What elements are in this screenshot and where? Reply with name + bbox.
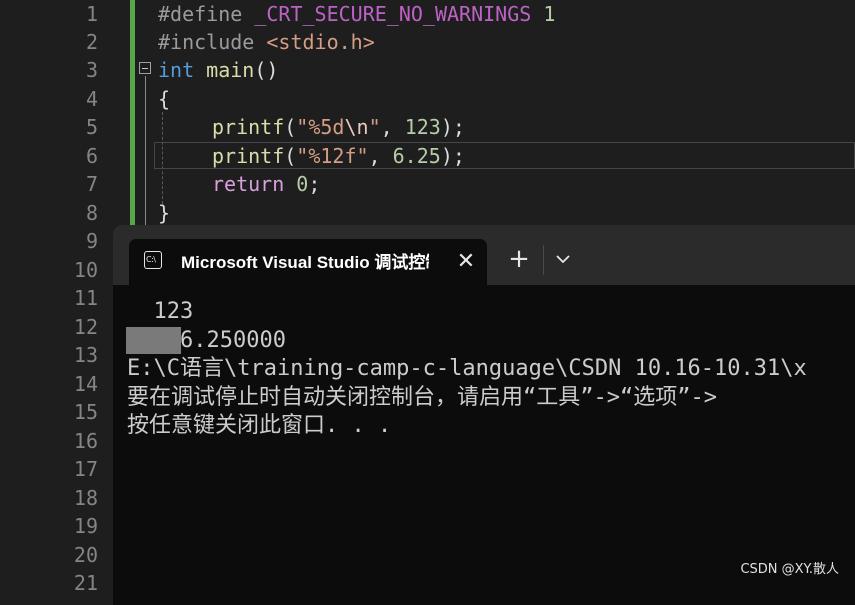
- line-number: 15: [73, 400, 98, 424]
- line-number: 8: [85, 201, 98, 225]
- line-number-gutter: 1 2 3 4 5 6 7 8 9 10 11 12 13 14 15 16 1…: [0, 0, 108, 595]
- line-number: 12: [73, 315, 98, 339]
- punctuation: ,: [380, 115, 405, 139]
- line-number: 20: [73, 543, 98, 567]
- string-literal: "%12f": [296, 144, 369, 168]
- function-name: printf: [212, 115, 285, 139]
- collapse-icon[interactable]: [139, 62, 151, 74]
- code-line-4[interactable]: {: [158, 85, 170, 113]
- include-header: <stdio.h>: [266, 30, 375, 54]
- preprocessor-directive: #define: [158, 2, 243, 26]
- debug-console-window[interactable]: C:\ Microsoft Visual Studio 调试控制台 ✕ + 12…: [113, 225, 855, 605]
- line-number: 13: [73, 343, 98, 367]
- line-number: 4: [85, 87, 98, 111]
- titlebar-divider: [543, 245, 544, 275]
- number-literal: 0: [296, 172, 309, 196]
- punctuation: (: [284, 144, 297, 168]
- escape-sequence: \n: [344, 115, 369, 139]
- line-number: 9: [85, 229, 98, 253]
- number-literal: 123: [404, 115, 441, 139]
- console-output-line: 123: [127, 299, 194, 324]
- line-number: 2: [85, 30, 98, 54]
- change-indicator-bar: [130, 0, 135, 232]
- line-number: 19: [73, 514, 98, 538]
- macro-name: _CRT_SECURE_NO_WARNINGS: [254, 2, 532, 26]
- fold-region-line: [145, 76, 146, 226]
- punctuation: ;: [308, 172, 321, 196]
- line-number: 3: [85, 58, 98, 82]
- line-number: 5: [85, 115, 98, 139]
- function-name: printf: [212, 144, 285, 168]
- line-number: 7: [85, 172, 98, 196]
- terminal-icon-label: C:\: [146, 255, 156, 264]
- line-number: 21: [73, 571, 98, 595]
- code-line-8[interactable]: }: [158, 199, 170, 227]
- line-number: 10: [73, 258, 98, 282]
- line-number: 1: [85, 2, 98, 26]
- chevron-down-icon[interactable]: [553, 251, 573, 265]
- preprocessor-directive: #include: [158, 30, 255, 54]
- console-output-line: 6.250000: [127, 328, 286, 353]
- line-number: 11: [73, 286, 98, 310]
- punctuation: (: [284, 115, 297, 139]
- keyword: return: [212, 172, 285, 196]
- terminal-icon: C:\: [144, 251, 162, 269]
- tab-title: Microsoft Visual Studio 调试控制台: [181, 253, 429, 272]
- line-number: 6: [85, 144, 98, 168]
- console-output-line: E:\C语言\training-camp-c-language\CSDN 10.…: [127, 356, 807, 381]
- close-icon[interactable]: ✕: [455, 251, 477, 273]
- punctuation: );: [440, 115, 465, 139]
- function-name: main: [206, 58, 255, 82]
- number-literal: 6.25: [392, 144, 441, 168]
- tab-debug-console[interactable]: C:\ Microsoft Visual Studio 调试控制台 ✕: [129, 239, 487, 285]
- console-output-line: 要在调试停止时自动关闭控制台，请启用“工具”->“选项”->: [127, 385, 717, 410]
- code-line-6[interactable]: printf("%12f", 6.25);: [212, 142, 465, 170]
- string-literal: "%5d: [296, 115, 345, 139]
- macro-value: 1: [543, 2, 556, 26]
- watermark: CSDN @XY.散人: [740, 562, 839, 577]
- console-output-line: 按任意键关闭此窗口. . .: [127, 413, 392, 438]
- code-line-1[interactable]: #define _CRT_SECURE_NO_WARNINGS 1: [158, 0, 555, 28]
- code-line-2[interactable]: #include <stdio.h>: [158, 28, 375, 56]
- line-number: 18: [73, 486, 98, 510]
- console-titlebar[interactable]: C:\ Microsoft Visual Studio 调试控制台 ✕ +: [113, 225, 855, 285]
- punctuation: (): [254, 58, 279, 82]
- code-line-3[interactable]: int main(): [158, 56, 278, 84]
- punctuation: );: [440, 144, 465, 168]
- code-line-7[interactable]: return 0;: [212, 170, 320, 198]
- line-number: 16: [73, 429, 98, 453]
- punctuation: ,: [368, 144, 393, 168]
- new-tab-button[interactable]: +: [506, 246, 532, 272]
- code-line-5[interactable]: printf("%5d\n", 123);: [212, 113, 465, 141]
- line-number: 14: [73, 372, 98, 396]
- keyword: int: [158, 58, 195, 82]
- string-literal: ": [368, 115, 381, 139]
- line-number: 17: [73, 457, 98, 481]
